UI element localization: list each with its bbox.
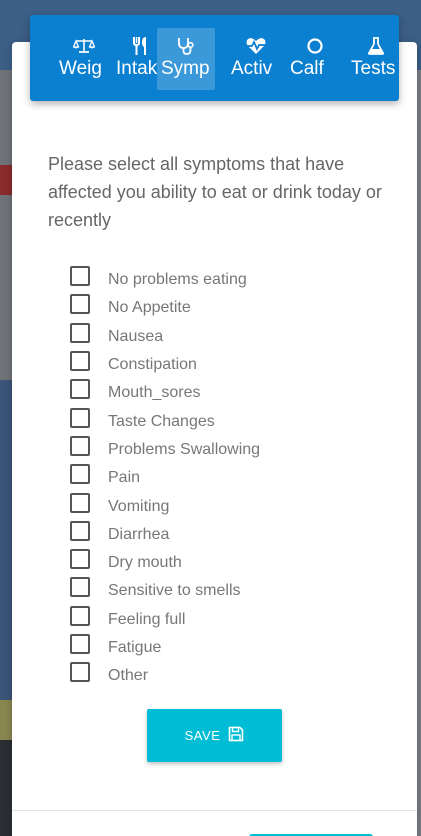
tab-symptoms[interactable]: Symp	[157, 28, 215, 90]
symptom-label: Vomiting	[108, 497, 170, 515]
symptom-label: Other	[108, 667, 149, 685]
save-button[interactable]: SAVE	[147, 709, 282, 762]
symptom-label: Dry mouth	[108, 554, 182, 572]
tab-bar: Weig Intak Symp Activ Calf Tests	[30, 15, 399, 101]
symptom-label: Diarrhea	[108, 525, 170, 543]
checkbox[interactable]	[70, 407, 90, 428]
checkbox[interactable]	[70, 520, 90, 541]
symptom-label: No Appetite	[108, 299, 191, 317]
symptom-option[interactable]: Pain	[70, 463, 260, 491]
symptom-option[interactable]: Constipation	[70, 350, 260, 378]
checkbox[interactable]	[70, 605, 90, 626]
symptom-option[interactable]: Taste Changes	[70, 406, 260, 434]
circle-icon	[286, 36, 344, 56]
checkbox[interactable]	[70, 492, 90, 513]
background-dark-panel	[0, 740, 12, 836]
background-red-bar	[0, 165, 12, 195]
symptom-label: No problems eating	[108, 271, 247, 289]
floppy-disk-icon	[228, 726, 244, 745]
symptom-option[interactable]: Sensitive to smells	[70, 576, 260, 604]
symptoms-checklist: No problems eating No Appetite Nausea Co…	[70, 265, 260, 689]
symptom-option[interactable]: No Appetite	[70, 293, 260, 321]
symptom-option[interactable]: Dry mouth	[70, 548, 260, 576]
symptom-label: Problems Swallowing	[108, 440, 261, 458]
tab-intake-label: Intak	[116, 58, 158, 79]
symptom-option[interactable]: Nausea	[70, 322, 260, 350]
checkbox[interactable]	[70, 662, 90, 683]
checkbox[interactable]	[70, 379, 90, 400]
symptom-label: Fatigue	[108, 639, 162, 656]
tab-activity[interactable]: Activ	[227, 28, 285, 90]
balance-scale-icon	[55, 36, 113, 56]
tab-symptoms-label: Symp	[161, 58, 210, 79]
background-blue-panel	[0, 380, 12, 700]
symptom-option[interactable]: Feeling full	[70, 605, 260, 633]
checkbox[interactable]	[70, 634, 90, 654]
checkbox[interactable]	[70, 322, 90, 343]
background-yellow-panel	[0, 700, 12, 740]
checkbox[interactable]	[70, 549, 90, 570]
stethoscope-icon	[157, 36, 215, 56]
symptom-option[interactable]: Other	[70, 661, 260, 689]
symptom-option[interactable]: Problems Swallowing	[70, 435, 260, 463]
tab-weight-label: Weig	[59, 58, 102, 79]
checkbox[interactable]	[70, 435, 90, 456]
tab-tests-label: Tests	[351, 58, 396, 79]
symptom-label: Feeling full	[108, 610, 186, 628]
symptom-label: Nausea	[108, 327, 164, 345]
symptom-label: Pain	[108, 469, 141, 487]
symptom-label: Sensitive to smells	[108, 582, 241, 600]
tab-tests[interactable]: Tests	[347, 28, 399, 90]
symptom-option[interactable]: Vomiting	[70, 491, 260, 519]
tab-activity-label: Activ	[231, 58, 273, 79]
tab-calf-label: Calf	[290, 58, 324, 79]
symptom-option[interactable]: Diarrhea	[70, 520, 260, 548]
symptom-option[interactable]: Fatigue	[70, 633, 260, 661]
heartbeat-icon	[227, 36, 285, 56]
symptom-label: Mouth_sores	[108, 384, 201, 402]
symptom-option[interactable]: No problems eating	[70, 265, 260, 293]
modal-footer-divider	[12, 810, 417, 811]
checkbox[interactable]	[70, 577, 90, 598]
tab-weight[interactable]: Weig	[55, 28, 113, 90]
checkbox[interactable]	[70, 266, 90, 287]
instructions-text: Please select all symptoms that have aff…	[48, 154, 382, 230]
tab-calf[interactable]: Calf	[286, 28, 344, 90]
flask-icon	[347, 36, 399, 56]
checkbox[interactable]	[70, 351, 90, 372]
symptom-label: Taste Changes	[108, 412, 215, 430]
symptom-label: Constipation	[108, 356, 197, 374]
checkbox[interactable]	[70, 464, 90, 485]
symptom-option[interactable]: Mouth_sores	[70, 378, 260, 406]
save-button-label: SAVE	[184, 728, 221, 743]
checkbox[interactable]	[70, 294, 90, 315]
